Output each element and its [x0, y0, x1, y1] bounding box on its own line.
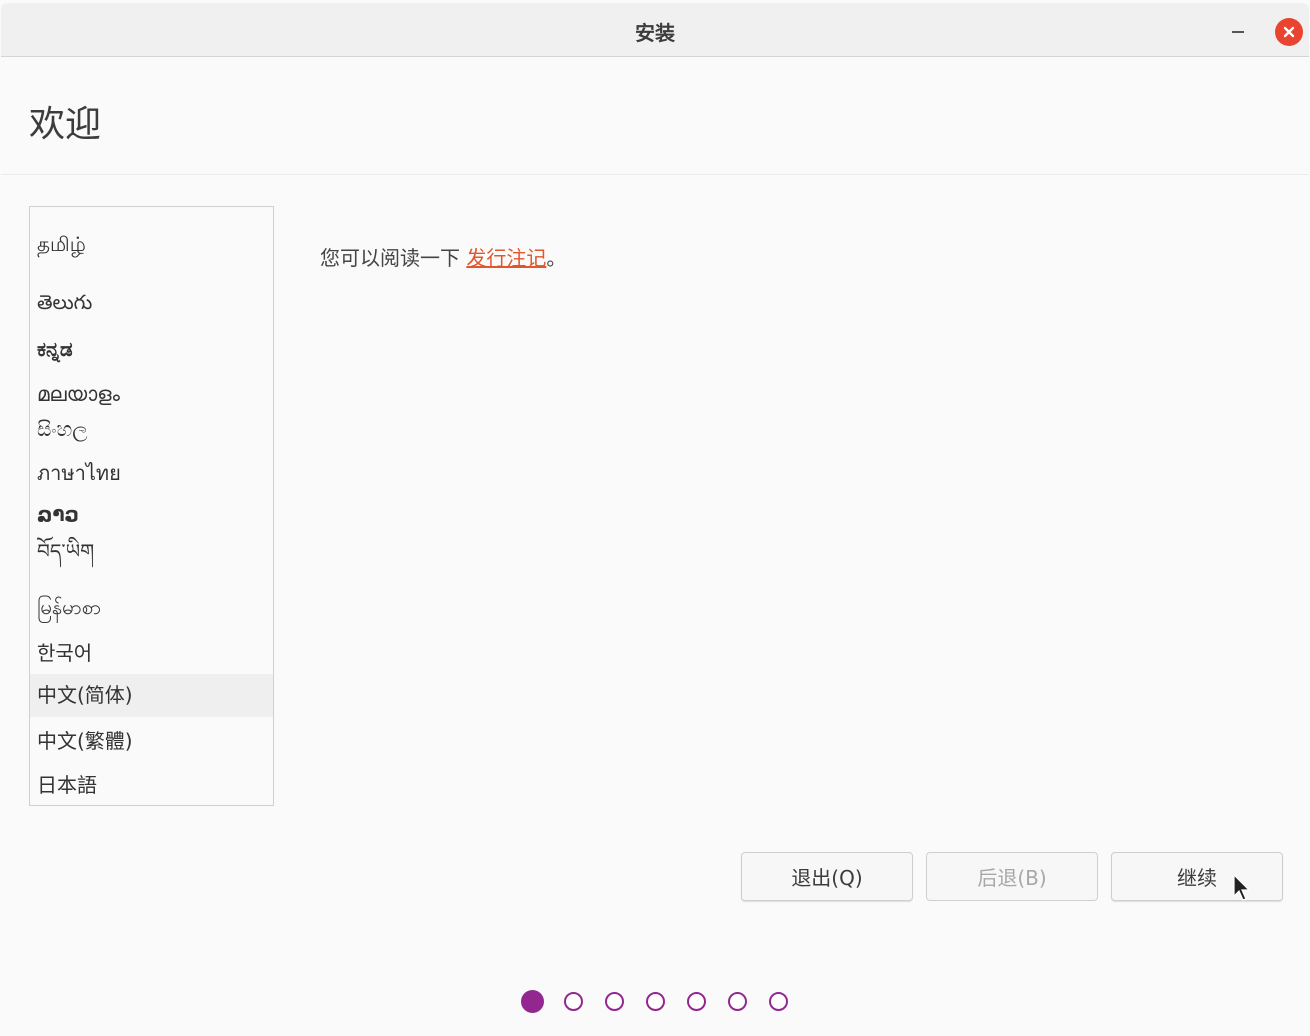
back-button[interactable]: 后退(B) [926, 852, 1098, 901]
language-item-tamil[interactable]: தமிழ் [30, 229, 273, 259]
main-content: தமிழ் తెలుగు ಕನ್ನಡ മലയാളം සිංහල ภาษาไทย … [1, 175, 1309, 1036]
language-item-malayalam[interactable]: മലയാളം [30, 379, 273, 409]
language-item-chinese-traditional[interactable]: 中文(繁體) [30, 726, 273, 756]
release-notes-text: 您可以阅读一下 发行注记。 [320, 242, 566, 271]
step-dot-7 [769, 992, 788, 1011]
installer-window: 安装 欢迎 தமிழ் తెలుగు ಕನ್ನಡ മലയാളം සිංහල ภา… [0, 0, 1310, 1036]
release-notes-suffix: 。 [546, 246, 567, 270]
page-header: 欢迎 [1, 57, 1309, 175]
language-item-burmese[interactable]: မြန်မာစာ [30, 590, 273, 624]
mouse-pointer-icon [1233, 874, 1251, 901]
page-title: 欢迎 [29, 104, 102, 145]
release-notes-link[interactable]: 发行注记 [466, 246, 546, 270]
close-button[interactable] [1275, 18, 1303, 46]
language-list[interactable]: தமிழ் తెలుగు ಕನ್ನಡ മലയാളം සිංහල ภาษาไทย … [29, 206, 274, 806]
quit-button[interactable]: 退出(Q) [741, 852, 913, 901]
step-dot-4 [646, 992, 665, 1011]
close-icon [1283, 26, 1295, 38]
step-dot-5 [687, 992, 706, 1011]
language-item-lao[interactable]: ລາວ [30, 499, 273, 529]
language-item-japanese[interactable]: 日本語 [30, 770, 273, 800]
step-dot-1 [521, 990, 544, 1013]
language-item-thai[interactable]: ภาษาไทย [30, 458, 273, 488]
language-item-korean[interactable]: 한국어 [30, 638, 273, 668]
step-dot-3 [605, 992, 624, 1011]
language-item-kannada[interactable]: ಕನ್ನಡ [30, 334, 273, 364]
window-title: 安装 [635, 21, 675, 45]
release-notes-prefix: 您可以阅读一下 [320, 246, 467, 270]
language-item-sinhala[interactable]: සිංහල [30, 414, 273, 444]
minimize-button[interactable] [1223, 11, 1253, 47]
language-item-chinese-simplified[interactable]: 中文(简体) [30, 674, 273, 717]
title-bar: 安装 [1, 3, 1309, 57]
language-item-tibetan[interactable]: བོད་ཡིག [30, 536, 273, 566]
step-dot-2 [564, 992, 583, 1011]
continue-button[interactable]: 继续 [1111, 852, 1283, 901]
minimize-icon [1232, 31, 1244, 33]
step-dot-6 [728, 992, 747, 1011]
language-item-telugu[interactable]: తెలుగు [30, 287, 273, 317]
